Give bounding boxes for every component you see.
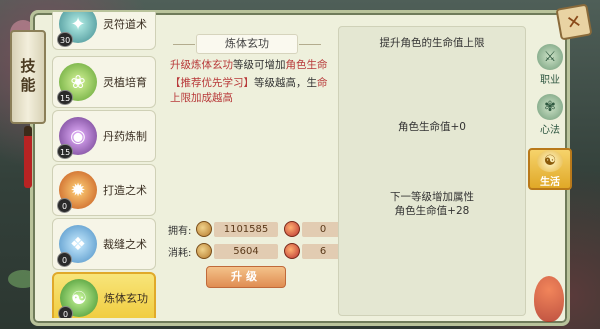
- skills-list: ✦ 30 灵符道术 ❀ 15 灵植培育 ◉ 15 丹药炼制 ✹ 0 打造之术 ❖ 0 裁缝…: [52, 12, 158, 318]
- body-cultivation-icon: ☯ 0: [58, 279, 98, 318]
- attribute-panel: 提升角色的生命值上限 角色生命值+0 下一等级增加属性 角色生命值+28: [338, 26, 526, 316]
- skill-level-badge: 30: [57, 32, 74, 47]
- next-level-label: 下一等级增加属性: [390, 191, 474, 203]
- desc-highlight: 升级炼体玄功: [170, 59, 233, 71]
- cost-coin-value: 5604: [214, 243, 278, 259]
- skills-tab-label: 技能: [18, 58, 37, 96]
- skill-name: 裁缝之术: [103, 238, 147, 251]
- skill-level-badge: 15: [57, 90, 74, 105]
- tailor-icon: ❖ 0: [57, 225, 97, 267]
- skill-name: 灵符道术: [103, 18, 147, 31]
- owned-coin-value: 1101585: [214, 221, 278, 237]
- skill-name: 丹药炼制: [103, 130, 147, 143]
- cost-resources-row: 消耗: 5604 6: [168, 242, 344, 260]
- close-icon: ✕: [564, 10, 584, 34]
- koi-decoration: [534, 276, 564, 322]
- mind-method-icon: ✾: [537, 94, 563, 120]
- desc-highlight: 角色生命: [285, 59, 328, 71]
- skill-description: 升级炼体玄功等级可增加角色生命 【推荐优先学习】等级越高，生命上限加成越高: [170, 58, 334, 109]
- life-icon: ☯: [537, 150, 563, 172]
- tab-profession[interactable]: ⚔ 职业: [528, 44, 572, 86]
- skill-item-tailor[interactable]: ❖ 0 裁缝之术: [52, 218, 156, 270]
- current-attribute: 角色生命值+0: [398, 121, 466, 133]
- coin-icon: [196, 221, 212, 237]
- gem-icon: [284, 221, 300, 237]
- skill-name: 打造之术: [103, 184, 147, 197]
- tab-label: 心法: [540, 125, 560, 136]
- tassel-decoration: [24, 126, 32, 188]
- cauldron-icon: ◉ 15: [57, 117, 97, 159]
- owned-resources-row: 拥有: 1101585 0: [168, 220, 344, 238]
- tab-life[interactable]: ☯ 生活: [528, 148, 572, 190]
- forge-icon: ✹ 0: [57, 171, 97, 213]
- talisman-icon: ✦ 30: [57, 12, 97, 47]
- cost-label: 消耗:: [168, 247, 192, 259]
- skill-item-alchemy[interactable]: ◉ 15 丹药炼制: [52, 110, 156, 162]
- skill-item-plant[interactable]: ❀ 15 灵植培育: [52, 56, 156, 108]
- desc-recommend: 【推荐优先学习】: [170, 76, 254, 89]
- skill-item-talisman[interactable]: ✦ 30 灵符道术: [52, 12, 156, 50]
- gem-icon: [284, 243, 300, 259]
- tab-label: 职业: [540, 75, 560, 86]
- skill-name: 灵植培育: [103, 76, 147, 89]
- tab-mind-method[interactable]: ✾ 心法: [528, 94, 572, 136]
- skill-level-badge: 0: [57, 252, 72, 267]
- skill-name: 炼体玄功: [104, 292, 148, 305]
- next-level-attribute: 角色生命值+28: [394, 205, 470, 217]
- owned-label: 拥有:: [168, 225, 192, 237]
- close-button[interactable]: ✕: [555, 3, 593, 41]
- profession-icon: ⚔: [537, 44, 563, 70]
- skills-scroll-tab[interactable]: 技能: [10, 30, 46, 124]
- skill-title: 炼体玄功: [173, 34, 321, 54]
- skill-level-badge: 15: [57, 144, 74, 159]
- desc-text: 等级可增加: [233, 59, 286, 71]
- desc-text: 等级越高，生: [254, 76, 317, 89]
- skill-level-badge: 0: [58, 306, 73, 318]
- skill-item-forge[interactable]: ✹ 0 打造之术: [52, 164, 156, 216]
- attribute-header: 提升角色的生命值上限: [379, 37, 485, 49]
- plant-icon: ❀ 15: [57, 63, 97, 105]
- skill-item-body-cultivation[interactable]: ☯ 0 炼体玄功: [52, 272, 156, 318]
- skill-level-badge: 0: [57, 198, 72, 213]
- upgrade-button[interactable]: 升级: [206, 266, 286, 288]
- coin-icon: [196, 243, 212, 259]
- tab-label: 生活: [540, 177, 560, 188]
